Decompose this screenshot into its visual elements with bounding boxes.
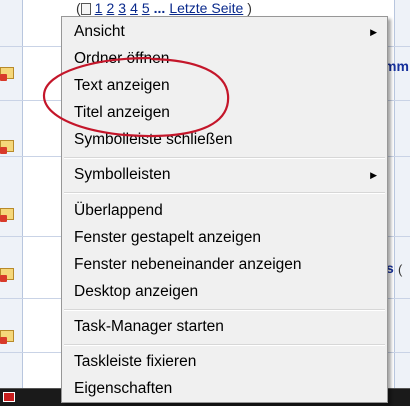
menu-item-symbolleisten[interactable]: Symbolleisten ▶	[64, 162, 385, 188]
page-link-1[interactable]: 1	[95, 0, 103, 16]
menu-item-task-manager[interactable]: Task-Manager starten	[64, 314, 385, 340]
menu-separator	[64, 157, 385, 159]
menu-item-ansicht[interactable]: Ansicht ▶	[64, 19, 385, 45]
menu-item-desktop-anzeigen[interactable]: Desktop anzeigen	[64, 279, 385, 305]
topic-paren-fragment: (	[398, 262, 403, 277]
pagination-ellipsis: ...	[153, 0, 166, 16]
menu-separator	[64, 309, 385, 311]
menu-item-label: Symbolleiste schließen	[74, 131, 233, 148]
menu-separator	[64, 192, 385, 194]
taskbar-app-icon[interactable]	[3, 392, 15, 402]
menu-item-label: Taskleiste fixieren	[74, 353, 197, 370]
menu-item-label: Task-Manager starten	[74, 318, 224, 335]
menu-item-label: Desktop anzeigen	[74, 283, 199, 300]
menu-item-label: Fenster gestapelt anzeigen	[74, 229, 261, 246]
topic-envelope-icon[interactable]	[0, 268, 14, 282]
menu-item-label: Text anzeigen	[74, 77, 170, 94]
menu-item-label: Ansicht	[74, 23, 125, 40]
taskbar-context-menu: Ansicht ▶ Ordner öffnen Text anzeigen Ti…	[61, 16, 388, 403]
topic-envelope-icon[interactable]	[0, 67, 14, 81]
menu-item-label: Symbolleisten	[74, 166, 171, 183]
menu-item-ueberlappend[interactable]: Überlappend	[64, 198, 385, 224]
menu-item-eigenschaften[interactable]: Eigenschaften	[64, 376, 385, 402]
menu-item-label: Ordner öffnen	[74, 50, 170, 67]
menu-item-symbolleiste-schliessen[interactable]: Symbolleiste schließen	[64, 127, 385, 153]
page-link-5[interactable]: 5	[142, 0, 150, 16]
menu-item-label: Titel anzeigen	[74, 104, 170, 121]
topic-envelope-icon[interactable]	[0, 330, 14, 344]
document-icon	[80, 3, 91, 16]
page-link-4[interactable]: 4	[130, 0, 138, 16]
menu-item-fenster-nebeneinander[interactable]: Fenster nebeneinander anzeigen	[64, 252, 385, 278]
menu-item-taskleiste-fixieren[interactable]: Taskleiste fixieren	[64, 349, 385, 375]
page-link-3[interactable]: 3	[118, 0, 126, 16]
topic-envelope-icon[interactable]	[0, 208, 14, 222]
menu-separator	[64, 344, 385, 346]
menu-item-text-anzeigen[interactable]: Text anzeigen	[64, 73, 385, 99]
menu-item-label: Überlappend	[74, 202, 163, 219]
topic-envelope-icon[interactable]	[0, 140, 14, 154]
pagination-links: (1 2 3 4 5... Letzte Seite)	[76, 0, 252, 16]
submenu-arrow-icon: ▶	[370, 170, 377, 180]
submenu-arrow-icon: ▶	[370, 27, 377, 37]
pagination-close-paren: )	[247, 0, 252, 16]
last-page-link[interactable]: Letzte Seite	[169, 0, 243, 16]
menu-item-label: Fenster nebeneinander anzeigen	[74, 256, 302, 273]
menu-item-label: Eigenschaften	[74, 380, 173, 397]
menu-item-titel-anzeigen[interactable]: Titel anzeigen	[64, 100, 385, 126]
menu-item-fenster-gestapelt[interactable]: Fenster gestapelt anzeigen	[64, 225, 385, 251]
menu-item-ordner-oeffnen[interactable]: Ordner öffnen	[64, 46, 385, 72]
page-link-2[interactable]: 2	[106, 0, 114, 16]
